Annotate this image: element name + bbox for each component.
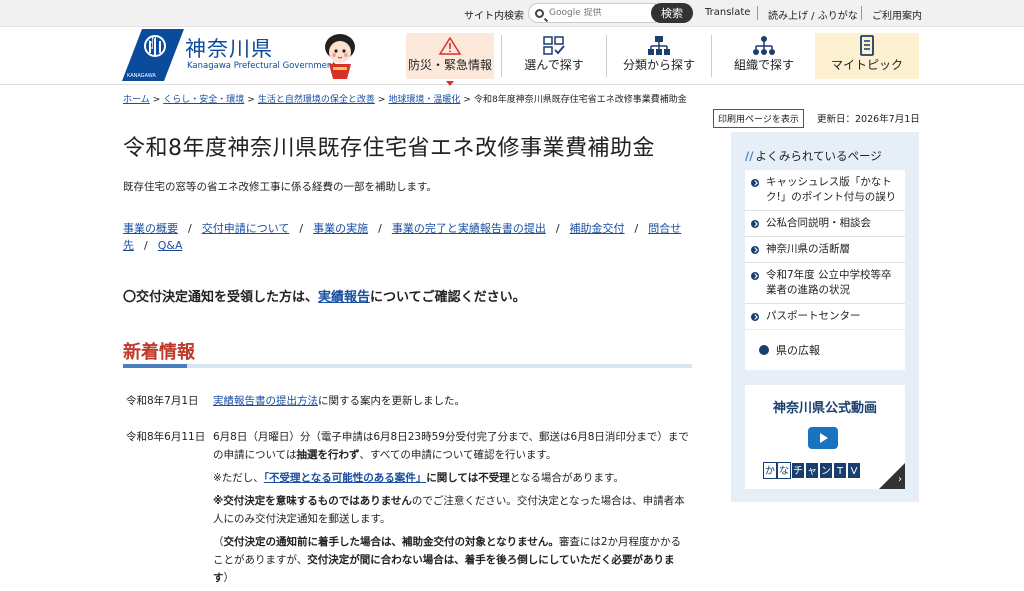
notice-text: についてご確認ください。 — [370, 290, 526, 305]
nav-choose[interactable]: 選んで探す — [502, 33, 606, 79]
performance-report-link[interactable]: 実績報告 — [318, 290, 370, 305]
popular-page-item[interactable]: パスポートセンター — [745, 304, 905, 329]
anchor-qa[interactable]: Q&A — [158, 239, 183, 252]
nav-organization[interactable]: 組織で探す — [712, 33, 816, 79]
search-input[interactable] — [549, 8, 649, 18]
document-icon — [860, 35, 874, 56]
grid-check-icon — [543, 36, 565, 55]
nav-emergency-info[interactable]: 防災・緊急情報 — [406, 33, 494, 86]
logo-title[interactable]: 神奈川県 — [185, 33, 273, 63]
breadcrumb-current: 令和8年度神奈川県既存住宅省エネ改修事業費補助金 — [473, 95, 687, 105]
logo-subtitle: Kanagawa Prefectural Government — [187, 61, 336, 71]
arrow-circle-icon — [751, 179, 759, 187]
notice-text: 〇交付決定通知を受領した方は、 — [123, 290, 319, 305]
site-header: ꀊ KANAGAWA 神奈川県 Kanagawa Prefectural Gov… — [0, 27, 1024, 86]
news-text: に関する案内を更新しました。 — [318, 395, 465, 407]
news-paragraph: （交付決定の通知前に着手した場合は、補助金交付の対象となりません。審査には2か月… — [213, 536, 682, 584]
popular-page-item[interactable]: 令和7年度 公立中学校等卒業者の進路の状況 — [745, 263, 905, 304]
anchor-implementation[interactable]: 事業の実施 — [313, 222, 368, 235]
popular-page-item[interactable]: 公私合同説明・相談会 — [745, 211, 905, 237]
kanagawa-logo-icon[interactable]: ꀊ KANAGAWA — [122, 29, 184, 81]
updated-date: 更新日：2026年7月1日 — [817, 114, 920, 125]
news-date: 令和8年6月11日 — [126, 431, 206, 443]
search-icon — [535, 8, 544, 18]
anchor-overview[interactable]: 事業の概要 — [123, 222, 178, 235]
double-slash-icon: // — [745, 149, 754, 163]
search-box[interactable] — [528, 3, 656, 23]
sidebar: //よくみられているページ キャッシュレス版「かなトク!」のポイント付与の誤り … — [731, 132, 919, 502]
anchor-grant-payment[interactable]: 補助金交付 — [570, 222, 625, 235]
nav-my-topic[interactable]: マイトピック — [815, 33, 919, 79]
breadcrumb-living[interactable]: くらし・安全・環境 — [163, 95, 244, 105]
popular-page-item[interactable]: キャッシュレス版「かなトク!」のポイント付与の誤り — [745, 170, 905, 211]
news-paragraph: 6月8日（月曜日）分（電子申請は6月8日23時59分受付完了分まで、郵送は6月8… — [213, 431, 689, 461]
notice: 〇交付決定通知を受領した方は、実績報告についてご確認ください。 — [123, 286, 526, 305]
page-title: 令和8年度神奈川県既存住宅省エネ改修事業費補助金 — [123, 136, 655, 161]
arrow-circle-icon — [751, 246, 759, 254]
nav-label: 組織で探す — [733, 58, 794, 72]
news-date: 令和8年7月1日 — [126, 395, 199, 407]
popular-pages-title: //よくみられているページ — [745, 149, 882, 163]
news-paragraph: ※ただし、「不受理となる可能性のある案件」に関しては不受理となる場合があります。 — [213, 472, 624, 484]
read-aloud-link[interactable]: 読み上げ / ふりがな — [768, 7, 858, 22]
anchor-links: 事業の概要 / 交付申請について / 事業の実施 / 事業の完了と実績報告書の提出 / 補助金交… — [123, 222, 682, 252]
news-body: 実績報告書の提出方法に関する案内を更新しました。 — [213, 392, 691, 410]
prefectural-pr-link[interactable]: 県の広報 — [745, 330, 905, 370]
org-chart-icon — [753, 36, 775, 55]
usage-guide-link[interactable]: ご利用案内 — [872, 7, 922, 22]
arrow-circle-icon — [751, 220, 759, 228]
nav-label: 選んで探す — [524, 58, 584, 72]
play-icon — [808, 427, 838, 449]
official-video-banner[interactable]: 神奈川県公式動画 かなチャンTV › — [745, 385, 905, 489]
utility-bar: サイト内検索 検索 Translate 読み上げ / ふりがな ご利用案内 — [0, 0, 1024, 27]
svg-text:KANAGAWA: KANAGAWA — [127, 73, 156, 79]
mascot-icon — [325, 34, 355, 79]
hierarchy-icon — [648, 36, 670, 55]
video-title: 神奈川県公式動画 — [772, 401, 877, 416]
arrow-circle-icon — [759, 345, 769, 355]
arrow-circle-icon — [751, 313, 759, 321]
nav-label: 分類から探す — [622, 58, 695, 72]
nav-label: マイトピック — [830, 58, 903, 72]
translate-link[interactable]: Translate — [705, 7, 750, 18]
divider — [757, 6, 758, 20]
unaccepted-cases-link[interactable]: 「不受理となる可能性のある案件」 — [264, 472, 426, 484]
arrow-circle-icon — [751, 272, 759, 280]
popular-pages-list: キャッシュレス版「かなトク!」のポイント付与の誤り 公私合同説明・相談会 神奈川… — [745, 170, 905, 329]
chevron-down-icon — [446, 81, 454, 86]
breadcrumb: ホーム > くらし・安全・環境 > 生活と自然環境の保全と改善 > 地球環境・温暖化 > 令和8… — [123, 95, 687, 105]
anchor-application[interactable]: 交付申請について — [202, 222, 290, 235]
anchor-completion-report[interactable]: 事業の完了と実績報告書の提出 — [392, 222, 546, 235]
breadcrumb-home[interactable]: ホーム — [123, 95, 150, 105]
page-lead: 既存住宅の窓等の省エネ改修工事に係る経費の一部を補助します。 — [123, 181, 437, 193]
news-paragraph: ※交付決定を意味するものではありませんのでご注意ください。交付決定となった場合は… — [213, 495, 685, 525]
chevron-right-icon: › — [898, 474, 902, 485]
breadcrumb-climate[interactable]: 地球環境・温暖化 — [388, 95, 460, 105]
divider — [861, 6, 862, 20]
breadcrumb-environment[interactable]: 生活と自然環境の保全と改善 — [258, 95, 375, 105]
nav-label: 防災・緊急情報 — [407, 58, 492, 72]
kanachan-tv-logo: かなチャンTV — [763, 462, 861, 479]
popular-page-item[interactable]: 神奈川県の活断層 — [745, 237, 905, 263]
news-body: 6月8日（月曜日）分（電子申請は6月8日23時59分受付完了分まで、郵送は6月8… — [213, 428, 691, 591]
print-page-button[interactable]: 印刷用ページを表示 — [713, 109, 804, 128]
site-search-label: サイト内検索 — [464, 11, 524, 22]
warning-icon — [438, 36, 462, 55]
report-method-link[interactable]: 実績報告書の提出方法 — [213, 395, 318, 407]
news-heading: 新着情報 — [123, 342, 195, 363]
nav-category[interactable]: 分類から探す — [607, 33, 711, 79]
search-button[interactable]: 検索 — [651, 3, 693, 23]
news-divider — [123, 364, 692, 368]
